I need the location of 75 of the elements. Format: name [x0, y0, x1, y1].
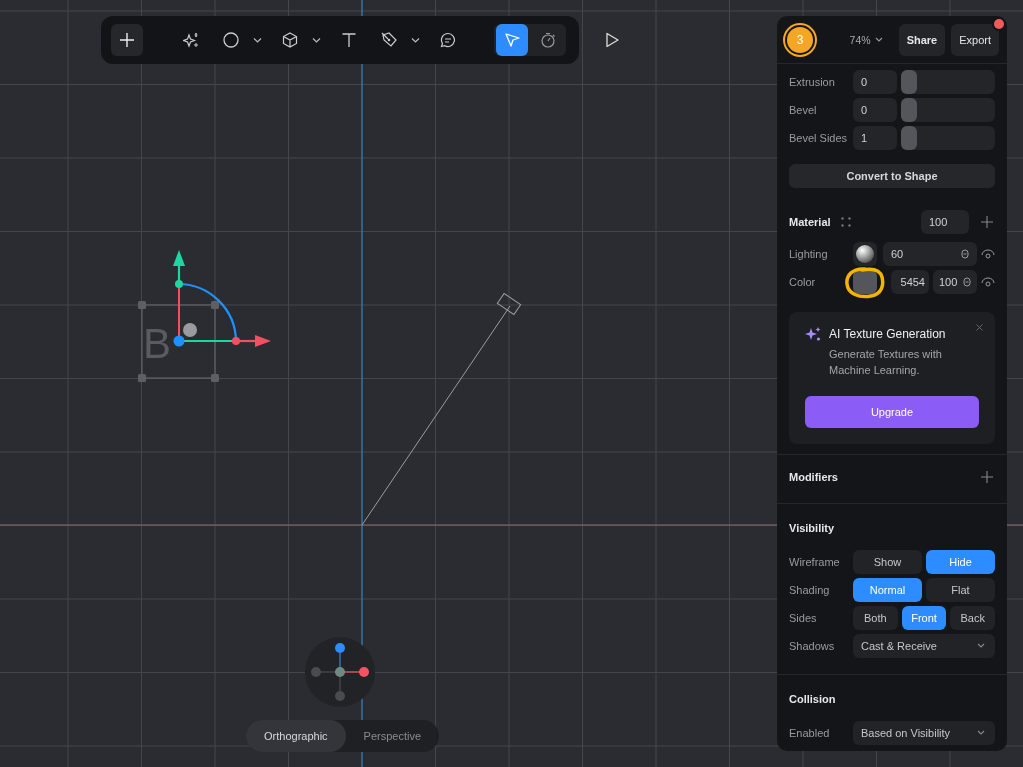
lighting-field[interactable]: 60 [883, 242, 977, 266]
section-title: Modifiers [789, 471, 838, 483]
property-label: Enabled [789, 727, 831, 739]
export-button[interactable]: Export [951, 23, 999, 56]
property-label: Lighting [789, 248, 829, 260]
opacity-field[interactable]: 100 [933, 270, 977, 294]
section-title: Collision [789, 693, 836, 705]
opacity-field[interactable]: 100 [921, 210, 969, 234]
link-icon [961, 249, 969, 259]
number-field[interactable]: 1 [853, 126, 897, 150]
pointer-icon [504, 32, 520, 48]
number-field[interactable]: 0 [853, 98, 897, 122]
eye-icon[interactable] [981, 277, 995, 287]
plus-icon[interactable] [981, 471, 993, 483]
promo-description: Generate Textures with Machine Learning. [829, 347, 943, 378]
view-mode-tab[interactable]: Orthographic [246, 720, 346, 752]
plus-tool-button[interactable] [111, 24, 143, 56]
link-icon [963, 277, 971, 287]
axis-navigator-drawing[interactable] [305, 637, 375, 707]
segment-option[interactable]: Both [853, 606, 898, 630]
hex-field[interactable]: 5454 [891, 270, 929, 294]
upgrade-button[interactable]: Upgrade [805, 396, 979, 428]
property-label: Wireframe [789, 556, 841, 568]
segment-option[interactable]: Back [950, 606, 995, 630]
chevron-down-icon [977, 643, 985, 649]
select-dropdown[interactable]: Based on Visibility [853, 721, 995, 745]
slider-track[interactable] [901, 126, 995, 150]
plus-icon [119, 32, 135, 48]
slider-track[interactable] [901, 70, 995, 94]
property-label: Bevel [789, 104, 818, 116]
slider-thumb[interactable] [901, 70, 917, 94]
number-field[interactable]: 0 [853, 70, 897, 94]
property-label: Shading [789, 584, 831, 596]
zoom-dropdown[interactable]: 74% [849, 33, 893, 46]
eye-icon[interactable] [981, 249, 995, 259]
pen-icon [381, 32, 397, 48]
grid-dots-icon[interactable] [840, 217, 851, 227]
property-label: Shadows [789, 640, 836, 652]
text-icon [341, 32, 357, 48]
transform-gizmo-drawing[interactable] [173, 250, 271, 347]
circle-icon [223, 32, 239, 48]
promo-title: AI Texture Generation [829, 327, 946, 341]
sparkle-icon [805, 326, 821, 342]
comment-icon [440, 32, 456, 48]
close-icon[interactable] [976, 324, 983, 331]
plus-icon[interactable] [981, 216, 993, 228]
slider-thumb[interactable] [901, 98, 917, 122]
highlight-circle-drawing [843, 266, 887, 300]
slider-thumb[interactable] [901, 126, 917, 150]
color-swatch[interactable] [853, 270, 877, 294]
pointer-tool-button[interactable] [496, 24, 528, 56]
sparkle-icon [183, 32, 199, 48]
select-dropdown[interactable]: Cast & Receive [853, 634, 995, 658]
slider-track[interactable] [901, 98, 995, 122]
chevron-down-icon [977, 730, 985, 736]
shaded-sphere-icon[interactable] [853, 242, 877, 266]
caret-icon [312, 36, 321, 44]
view-mode-tab[interactable]: Perspective [345, 720, 440, 752]
segment-option[interactable]: Flat [926, 578, 995, 602]
share-button[interactable]: Share [898, 23, 946, 56]
property-label: Extrusion [789, 76, 836, 88]
property-label: Bevel Sides [789, 132, 849, 144]
play-icon [604, 32, 620, 48]
selection-box-drawing[interactable] [138, 301, 219, 382]
caret-icon [253, 36, 262, 44]
section-title: Visibility [789, 522, 835, 534]
convert-to-shape-button[interactable]: Convert to Shape [789, 164, 995, 188]
chevron-down-icon [874, 36, 883, 43]
stopwatch-icon [540, 32, 556, 48]
caret-icon [411, 36, 420, 44]
property-label: Color [789, 276, 817, 288]
property-label: Sides [789, 612, 818, 624]
cube-icon [282, 32, 298, 48]
section-title: Material [789, 216, 831, 228]
segment-option[interactable]: Show [853, 550, 922, 574]
